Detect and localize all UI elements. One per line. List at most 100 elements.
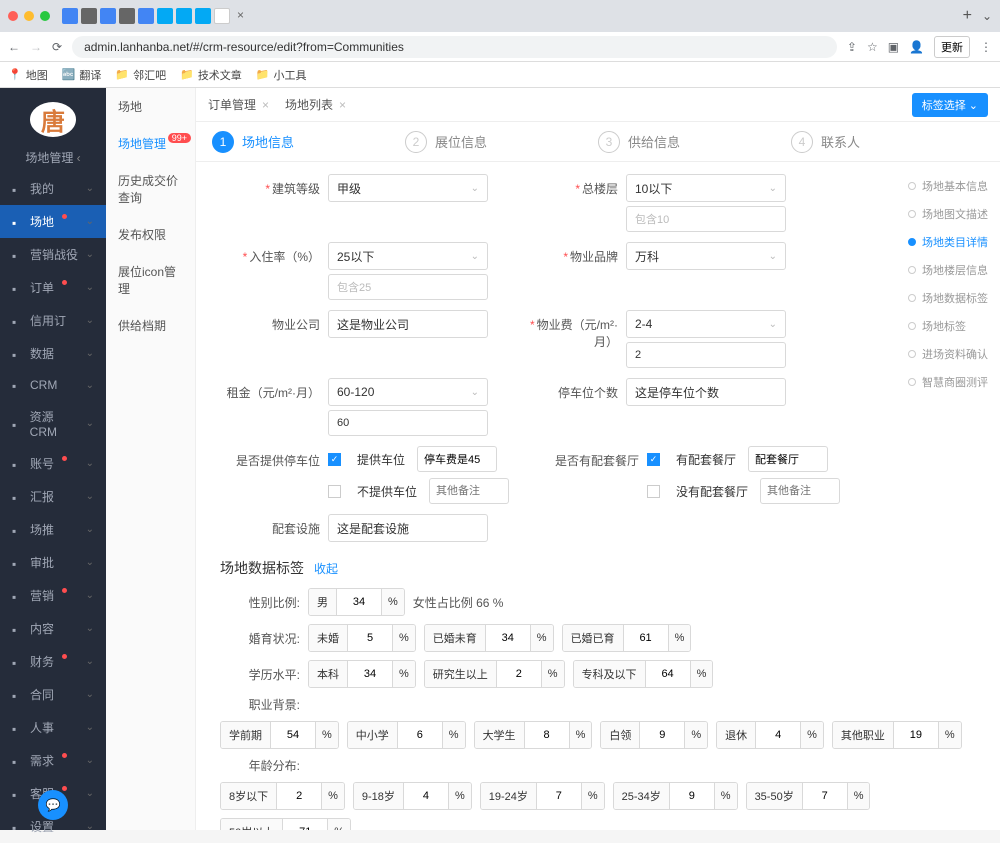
sidebar-item[interactable]: ▪营销战役⌄: [0, 238, 106, 271]
tag-input[interactable]: 研究生以上%: [424, 660, 565, 688]
tag-input[interactable]: 8岁以下%: [220, 782, 345, 810]
tab-icon[interactable]: [176, 8, 192, 24]
new-tab-button[interactable]: +: [955, 7, 980, 25]
tag-input[interactable]: 35-50岁%: [746, 782, 871, 810]
tab-icon[interactable]: [138, 8, 154, 24]
tag-input[interactable]: 本科%: [308, 660, 416, 688]
checkbox-canteen-no[interactable]: [647, 485, 660, 498]
site-management-toggle[interactable]: 场地管理 ‹: [0, 143, 106, 172]
sidebar-item[interactable]: ▪需求⌄: [0, 744, 106, 777]
tab-icon[interactable]: [195, 8, 211, 24]
sidebar-item[interactable]: ▪财务⌄: [0, 645, 106, 678]
select-occupancy[interactable]: 25以下⌄: [328, 242, 488, 270]
tab-icon[interactable]: [62, 8, 78, 24]
tag-input[interactable]: 50岁以上%: [220, 818, 351, 830]
checkbox-parking-no[interactable]: [328, 485, 341, 498]
anchor-item[interactable]: 场地图文描述: [908, 200, 990, 228]
sidebar-item[interactable]: ▪内容⌄: [0, 612, 106, 645]
select-total-floor[interactable]: 10以下⌄: [626, 174, 786, 202]
checkbox-canteen-yes[interactable]: ✓: [647, 453, 660, 466]
close-icon[interactable]: ×: [339, 98, 346, 112]
back-icon[interactable]: ←: [8, 40, 20, 54]
menu-icon[interactable]: ⋮: [980, 40, 992, 54]
input-rent-sub[interactable]: 60: [328, 410, 488, 436]
subnav-item[interactable]: 发布权限: [106, 216, 195, 253]
bookmark-item[interactable]: 📁 技术文章: [180, 67, 242, 83]
step-2[interactable]: 2展位信息: [405, 131, 598, 153]
sidebar-item[interactable]: ▪场推⌄: [0, 513, 106, 546]
url-input[interactable]: admin.lanhanba.net/#/crm-resource/edit?f…: [72, 36, 837, 58]
sidebar-item[interactable]: ▪我的⌄: [0, 172, 106, 205]
avatar[interactable]: 唐: [30, 102, 76, 137]
select-brand[interactable]: 万科⌄: [626, 242, 786, 270]
sidebar-item[interactable]: ▪账号⌄: [0, 447, 106, 480]
anchor-item[interactable]: 进场资料确认: [908, 340, 990, 368]
window-controls[interactable]: [8, 11, 50, 21]
bookmark-item[interactable]: 🔤 翻译: [62, 67, 102, 83]
tabs-chevron-icon[interactable]: ⌄: [982, 9, 992, 23]
tab-icon[interactable]: [119, 8, 135, 24]
tag-input[interactable]: 9-18岁%: [353, 782, 472, 810]
input-floor-sub[interactable]: 包含10: [626, 206, 786, 232]
bookmark-item[interactable]: 📁 小工具: [256, 67, 307, 83]
tag-input[interactable]: 已婚已育%: [562, 624, 692, 652]
star-icon[interactable]: ☆: [867, 40, 878, 54]
input-parking-no[interactable]: [429, 478, 509, 504]
anchor-item[interactable]: 场地类目详情: [908, 228, 990, 256]
step-3[interactable]: 3供给信息: [598, 131, 791, 153]
input-canteen-yes[interactable]: [748, 446, 828, 472]
anchor-item[interactable]: 场地基本信息: [908, 172, 990, 200]
forward-icon[interactable]: →: [30, 40, 42, 54]
update-button[interactable]: 更新: [934, 36, 970, 58]
page-tab[interactable]: 场地列表×: [285, 96, 346, 113]
input-parking-yes[interactable]: [417, 446, 497, 472]
sidebar-item[interactable]: ▪CRM⌄: [0, 370, 106, 400]
select-fee[interactable]: 2-4⌄: [626, 310, 786, 338]
tag-input[interactable]: 19-24岁%: [480, 782, 605, 810]
page-tab[interactable]: 订单管理×: [208, 96, 269, 113]
input-canteen-no[interactable]: [760, 478, 840, 504]
sidebar-item[interactable]: ▪人事⌄: [0, 711, 106, 744]
select-build-level[interactable]: 甲级⌄: [328, 174, 488, 202]
tag-input[interactable]: 中小学%: [347, 721, 466, 749]
share-icon[interactable]: ⇪: [847, 40, 857, 54]
sidebar-item[interactable]: ▪汇报⌄: [0, 480, 106, 513]
tab-icon-active[interactable]: [214, 8, 230, 24]
tag-select-button[interactable]: 标签选择 ⌄: [912, 93, 988, 117]
tab-icon[interactable]: [81, 8, 97, 24]
checkbox-parking-yes[interactable]: ✓: [328, 453, 341, 466]
tag-input[interactable]: 其他职业%: [832, 721, 962, 749]
sidebar-item[interactable]: ▪合同⌄: [0, 678, 106, 711]
reload-icon[interactable]: ⟳: [52, 40, 62, 54]
anchor-item[interactable]: 场地楼层信息: [908, 256, 990, 284]
step-4[interactable]: 4联系人: [791, 131, 984, 153]
tag-input[interactable]: 专科及以下%: [573, 660, 714, 688]
bookmark-item[interactable]: 📍 地图: [8, 67, 48, 83]
subnav-item[interactable]: 展位icon管理: [106, 253, 195, 307]
tag-input[interactable]: 已婚未育%: [424, 624, 554, 652]
input-fee-sub[interactable]: 2: [626, 342, 786, 368]
close-icon[interactable]: ×: [262, 98, 269, 112]
sidebar-item[interactable]: ▪信用订⌄: [0, 304, 106, 337]
input-facility[interactable]: 这是配套设施: [328, 514, 488, 542]
profile-icon[interactable]: 👤: [909, 40, 924, 54]
bookmark-item[interactable]: 📁 邻汇吧: [115, 67, 166, 83]
anchor-item[interactable]: 场地标签: [908, 312, 990, 340]
subnav-item-active[interactable]: 场地管理99+: [106, 125, 195, 162]
tag-input[interactable]: 学前期%: [220, 721, 339, 749]
input-company[interactable]: 这是物业公司: [328, 310, 488, 338]
anchor-item[interactable]: 智慧商圈测评: [908, 368, 990, 396]
sidebar-item[interactable]: ▪场地⌄: [0, 205, 106, 238]
sidebar-item[interactable]: ▪审批⌄: [0, 546, 106, 579]
subnav-item[interactable]: 供给档期: [106, 307, 195, 344]
tag-input[interactable]: 白领%: [600, 721, 708, 749]
sidebar-item[interactable]: ▪订单⌄: [0, 271, 106, 304]
tag-input[interactable]: 25-34岁%: [613, 782, 738, 810]
tag-input-gender[interactable]: 男%: [308, 588, 405, 616]
tag-input[interactable]: 未婚%: [308, 624, 416, 652]
tab-icon[interactable]: [100, 8, 116, 24]
subnav-item[interactable]: 场地: [106, 88, 195, 125]
tab-icon[interactable]: [157, 8, 173, 24]
anchor-item[interactable]: 场地数据标签: [908, 284, 990, 312]
tag-input[interactable]: 大学生%: [474, 721, 593, 749]
